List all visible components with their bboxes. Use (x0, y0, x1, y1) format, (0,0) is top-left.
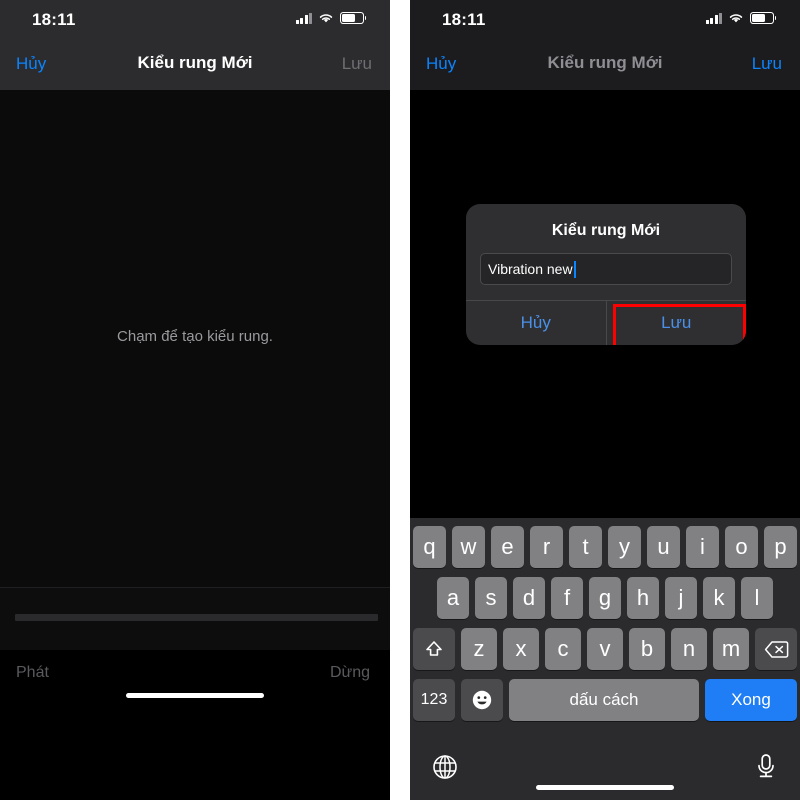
signal-bars-icon (705, 12, 722, 24)
name-input[interactable]: Vibration new (480, 253, 732, 285)
key-j[interactable]: j (665, 577, 697, 619)
wifi-icon (319, 14, 333, 23)
right-phone-screen: 18:11 Hủy Kiểu rung Mới Lưu Kiểu rung Mớ… (410, 0, 800, 800)
save-button[interactable]: Lưu (752, 54, 782, 74)
keyboard-bottom-bar (410, 744, 800, 800)
save-button[interactable]: Lưu (342, 54, 372, 74)
on-screen-keyboard: q w e r t y u i o p a s d f g h j k l z … (410, 518, 800, 800)
microphone-icon[interactable] (754, 752, 778, 787)
key-f[interactable]: f (551, 577, 583, 619)
key-l[interactable]: l (741, 577, 773, 619)
status-time: 18:11 (442, 10, 486, 29)
numbers-key[interactable]: 123 (413, 679, 455, 721)
key-s[interactable]: s (475, 577, 507, 619)
key-v[interactable]: v (587, 628, 623, 670)
key-z[interactable]: z (461, 628, 497, 670)
keyboard-row-1: q w e r t y u i o p (410, 518, 800, 568)
globe-icon[interactable] (432, 754, 458, 785)
nav-bar: Hủy Kiểu rung Mới Lưu (0, 42, 390, 90)
shift-icon[interactable] (413, 628, 455, 670)
key-r[interactable]: r (530, 526, 563, 568)
home-indicator (126, 693, 264, 698)
name-dialog: Kiểu rung Mới Vibration new Hủy Lưu (466, 204, 746, 345)
key-k[interactable]: k (703, 577, 735, 619)
stop-button[interactable]: Dừng (330, 664, 370, 682)
left-phone-screen: 18:11 Hủy Kiểu rung Mới Lưu Chạm để tạo … (0, 0, 390, 800)
key-h[interactable]: h (627, 577, 659, 619)
key-t[interactable]: t (569, 526, 602, 568)
status-icons (705, 12, 777, 24)
status-bar: 18:11 (0, 0, 390, 42)
key-c[interactable]: c (545, 628, 581, 670)
dialog-title: Kiểu rung Mới (551, 222, 661, 239)
key-q[interactable]: q (413, 526, 446, 568)
key-m[interactable]: m (713, 628, 749, 670)
key-p[interactable]: p (764, 526, 797, 568)
screenshot-stage: 18:11 Hủy Kiểu rung Mới Lưu Chạm để tạo … (0, 0, 800, 800)
key-o[interactable]: o (725, 526, 758, 568)
timeline-zone (0, 587, 390, 650)
key-n[interactable]: n (671, 628, 707, 670)
keyboard-row-2: a s d f g h j k l (410, 568, 800, 619)
status-icons (295, 12, 367, 24)
signal-bars-icon (295, 12, 312, 24)
page-title: Kiểu rung Mới (547, 53, 663, 72)
key-g[interactable]: g (589, 577, 621, 619)
wifi-icon (729, 14, 743, 23)
emoji-icon[interactable] (461, 679, 503, 721)
dialog-cancel-button[interactable]: Hủy (466, 301, 606, 345)
annotation-highlight-box (613, 304, 746, 345)
dimmed-content-area: Kiểu rung Mới Vibration new Hủy Lưu (410, 90, 800, 518)
keyboard-row-4: 123 dấu cách Xong (410, 670, 800, 721)
transport-bar: Phát Dừng (0, 650, 390, 708)
key-x[interactable]: x (503, 628, 539, 670)
play-button[interactable]: Phát (16, 664, 49, 682)
key-u[interactable]: u (647, 526, 680, 568)
space-key[interactable]: dấu cách (509, 679, 699, 721)
key-y[interactable]: y (608, 526, 641, 568)
key-w[interactable]: w (452, 526, 485, 568)
timeline-track[interactable] (15, 614, 378, 621)
status-bar: 18:11 (410, 0, 800, 42)
key-e[interactable]: e (491, 526, 524, 568)
status-time: 18:11 (32, 10, 76, 29)
battery-icon (750, 12, 777, 24)
canvas-hint-text: Chạm để tạo kiểu rung. (117, 328, 273, 345)
key-b[interactable]: b (629, 628, 665, 670)
key-i[interactable]: i (686, 526, 719, 568)
backspace-icon[interactable] (755, 628, 797, 670)
text-cursor (573, 260, 576, 278)
nav-bar: Hủy Kiểu rung Mới Lưu (410, 42, 800, 90)
name-input-value: Vibration new (488, 261, 573, 277)
vibration-canvas[interactable]: Chạm để tạo kiểu rung. (0, 90, 390, 650)
key-d[interactable]: d (513, 577, 545, 619)
key-a[interactable]: a (437, 577, 469, 619)
home-indicator (536, 785, 674, 790)
keyboard-row-3: z x c v b n m (410, 619, 800, 670)
page-title: Kiểu rung Mới (137, 53, 253, 72)
done-key[interactable]: Xong (705, 679, 797, 721)
battery-icon (340, 12, 367, 24)
dialog-field-wrapper: Vibration new (466, 253, 746, 300)
